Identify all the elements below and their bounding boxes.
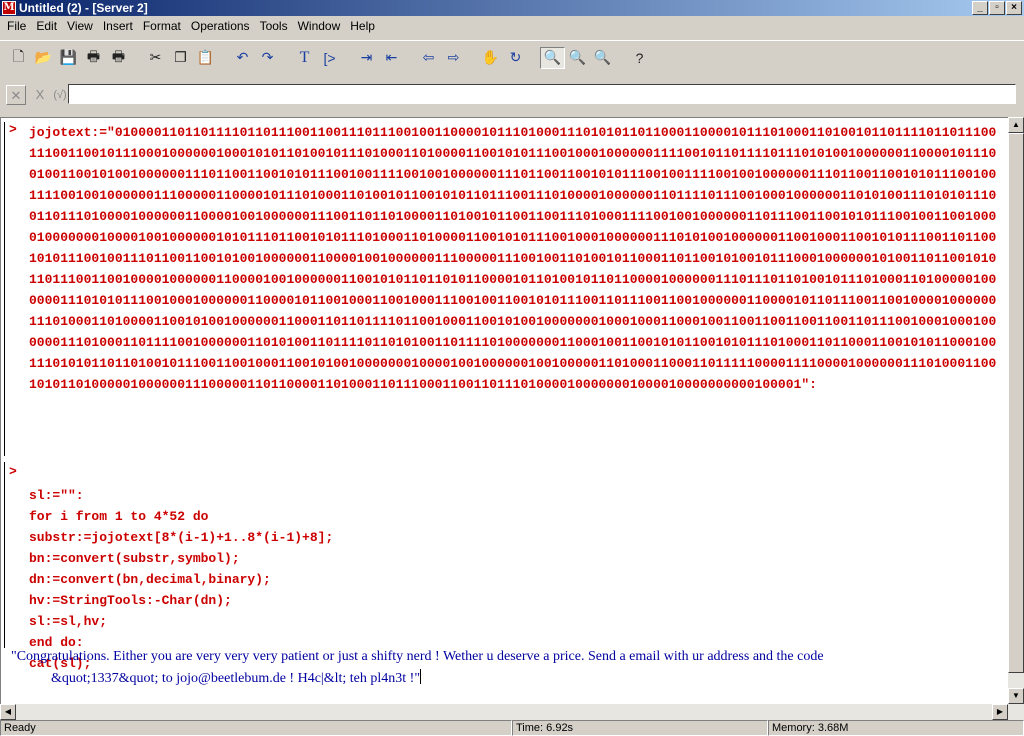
zoom-100-icon[interactable]: 🔍 [540, 46, 565, 69]
save-icon[interactable]: 💾 [56, 47, 81, 69]
code-line: hv:=StringTools:-Char(dn); [29, 593, 232, 608]
outdent-icon[interactable]: ⇤ [379, 47, 404, 69]
code-block[interactable]: sl:="": for i from 1 to 4*52 do substr:=jo… [29, 464, 333, 674]
output-line: &quot;1337&quot; to jojo@beetlebum.de ! … [51, 671, 421, 686]
menu-format[interactable]: Format [138, 19, 186, 33]
worksheet[interactable]: > jojotext:="010000110110111101101110011… [0, 117, 1008, 704]
x-icon[interactable]: X [30, 85, 50, 105]
text-icon[interactable]: T [292, 47, 317, 69]
forward-icon[interactable]: ⇨ [441, 47, 466, 69]
cut-icon[interactable]: ✂ [143, 47, 168, 69]
horizontal-scrollbar[interactable]: ◀ ▶ [0, 704, 1024, 720]
help-icon[interactable]: ? [627, 47, 652, 69]
zoom-out-icon[interactable]: 🔍 [590, 47, 615, 69]
menu-tools[interactable]: Tools [255, 19, 293, 33]
restore-button[interactable]: ▫ [989, 1, 1005, 15]
print-icon[interactable]: 🖶 [81, 47, 106, 69]
menu-operations[interactable]: Operations [186, 19, 255, 33]
indent-icon[interactable]: ⇥ [354, 47, 379, 69]
paste-icon[interactable]: 📋 [193, 47, 218, 69]
window-title: Untitled (2) - [Server 2] [19, 1, 148, 15]
scroll-thumb[interactable] [1008, 133, 1024, 673]
code-line: for i from 1 to 4*52 do [29, 509, 209, 524]
exec-group-bracket [4, 462, 5, 648]
code-line: sl:=sl,hv; [29, 614, 108, 629]
menu-help[interactable]: Help [345, 19, 380, 33]
menu-view[interactable]: View [62, 19, 98, 33]
jojotext-input[interactable]: jojotext:="01000011011011110110111001100… [29, 122, 1004, 395]
output-text: "Congratulations. Either you are very ve… [11, 646, 1001, 690]
restart-icon[interactable]: ↻ [503, 47, 528, 69]
back-icon[interactable]: ⇦ [416, 47, 441, 69]
stop-icon[interactable]: ✋ [478, 47, 503, 69]
status-bar: Ready Time: 6.92s Memory: 3.68M [0, 720, 1024, 736]
check-icon[interactable]: (√) [50, 85, 70, 105]
code-line: sl:="": [29, 488, 84, 503]
code-line: bn:=convert(substr,symbol); [29, 551, 240, 566]
maple-leaf-icon[interactable]: M [2, 1, 16, 15]
zoom-in-icon[interactable]: 🔍 [565, 47, 590, 69]
input-bar: ✕ X (√) [0, 82, 1024, 108]
close-button[interactable]: × [1006, 1, 1022, 15]
exec-group-bracket [4, 122, 5, 456]
title-bar: M Untitled (2) - [Server 2] _ ▫ × [0, 0, 1024, 16]
prompt-symbol: > [9, 464, 17, 479]
cancel-icon[interactable]: ✕ [6, 85, 26, 105]
toolbar: 🗋 📂 💾 🖶 🖶 ✂ ❐ 📋 ↶ ↷ T [> ⇥ ⇤ ⇦ ⇨ ✋ ↻ 🔍 🔍… [0, 40, 1024, 74]
scroll-down-icon[interactable]: ▼ [1008, 688, 1024, 704]
menu-bar: File Edit View Insert Format Operations … [0, 16, 1024, 36]
copy-icon[interactable]: ❐ [168, 47, 193, 69]
menu-window[interactable]: Window [293, 19, 346, 33]
scroll-left-icon[interactable]: ◀ [0, 704, 16, 720]
redo-icon[interactable]: ↷ [255, 47, 280, 69]
vertical-scrollbar[interactable]: ▲ ▼ [1008, 117, 1024, 704]
menu-edit[interactable]: Edit [31, 19, 62, 33]
status-ready: Ready [0, 720, 512, 736]
input-icon[interactable]: [> [317, 47, 342, 69]
undo-icon[interactable]: ↶ [230, 47, 255, 69]
menu-insert[interactable]: Insert [98, 19, 138, 33]
command-input[interactable] [68, 84, 1016, 104]
prompt-symbol: > [9, 122, 17, 137]
new-icon[interactable]: 🗋 [6, 47, 31, 69]
scroll-up-icon[interactable]: ▲ [1008, 117, 1024, 133]
minimize-button[interactable]: _ [972, 1, 988, 15]
output-line: "Congratulations. Either you are very ve… [11, 649, 824, 664]
menu-file[interactable]: File [2, 19, 31, 33]
print-preview-icon[interactable]: 🖶 [106, 47, 131, 69]
status-time: Time: 6.92s [512, 720, 768, 736]
code-line: substr:=jojotext[8*(i-1)+1..8*(i-1)+8]; [29, 530, 334, 545]
text-caret [420, 669, 422, 684]
code-line: dn:=convert(bn,decimal,binary); [29, 572, 271, 587]
status-memory: Memory: 3.68M [768, 720, 1024, 736]
scroll-right-icon[interactable]: ▶ [992, 704, 1008, 720]
open-icon[interactable]: 📂 [31, 47, 56, 69]
